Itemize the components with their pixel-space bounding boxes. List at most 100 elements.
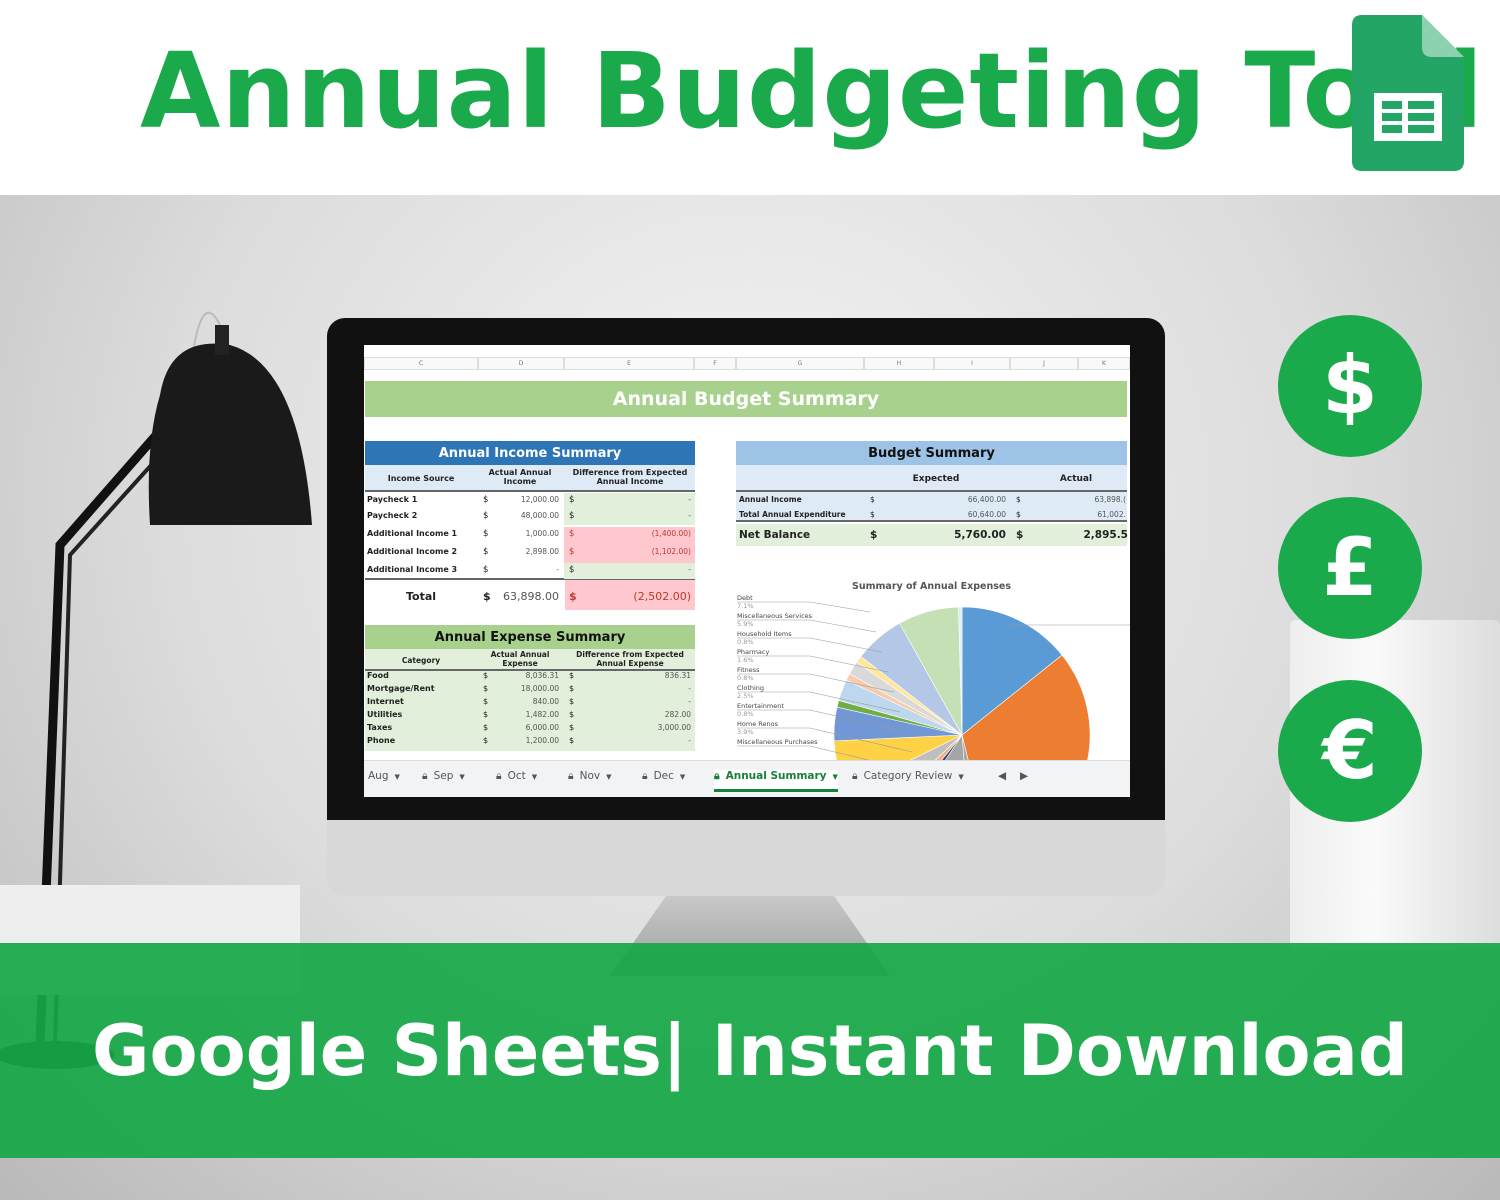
expense-category: Utilities xyxy=(367,710,403,719)
currency-symbol: $ xyxy=(1016,495,1021,504)
scroll-right-icon[interactable]: ▶ xyxy=(1020,770,1028,782)
income-row: Additional Income 2 $2,898.00 $ (1,102.00) xyxy=(365,545,695,563)
expense-actual: 8,036.31 xyxy=(525,671,559,680)
currency-symbol: $ xyxy=(483,590,491,603)
pie-percent-label: 0.8% xyxy=(737,674,754,682)
column-header[interactable]: C xyxy=(364,357,478,370)
actual-header: Actual xyxy=(1059,474,1093,484)
expense-category: Food xyxy=(367,671,389,680)
expense-category: Mortgage/Rent xyxy=(367,684,435,693)
expense-actual: 6,000.00 xyxy=(525,723,559,732)
budget-expected: 60,640.00 xyxy=(967,510,1006,519)
expense-diff: 836.31 xyxy=(664,671,691,680)
currency-symbol: $ xyxy=(483,671,489,680)
chevron-down-icon: ▼ xyxy=(459,773,465,781)
pie-label: Debt xyxy=(737,595,753,602)
budget-expected: 66,400.00 xyxy=(967,495,1006,504)
currency-symbol: $ xyxy=(569,529,575,539)
pie-percent-label: 7.1% xyxy=(737,602,754,610)
tab-nov[interactable]: 🔒︎ Nov ▼ xyxy=(568,770,611,783)
net-expected: 5,760.00 xyxy=(954,529,1006,541)
income-row: Additional Income 1 $1,000.00 $ (1,400.00) xyxy=(365,527,695,545)
tab-label: Aug xyxy=(368,770,389,782)
tab-oct[interactable]: 🔒︎ Oct ▼ xyxy=(496,770,537,783)
currency-symbol: $ xyxy=(569,511,575,521)
column-header[interactable]: J xyxy=(1010,357,1078,370)
sheet-title: Annual Budget Summary xyxy=(365,381,1127,417)
income-header-row: Income Source Actual Annual Income Diffe… xyxy=(365,465,695,492)
pie-percent-label: 5.9% xyxy=(737,620,754,628)
column-header[interactable]: D xyxy=(478,357,564,370)
expense-category: Phone xyxy=(367,736,396,745)
spreadsheet-screen: C D E F G H I J K Annual Budget Summary … xyxy=(364,345,1130,797)
column-header[interactable]: E xyxy=(564,357,694,370)
pie-percent-label: 0.8% xyxy=(737,710,754,718)
tab-sep[interactable]: 🔒︎ Sep ▼ xyxy=(422,770,465,783)
total-label: Total xyxy=(405,590,437,603)
tab-label: Annual Summary xyxy=(725,770,827,782)
pie-label: Miscellaneous Services xyxy=(737,612,813,620)
column-header[interactable]: H xyxy=(864,357,934,370)
currency-symbol: $ xyxy=(483,495,489,505)
income-row: Paycheck 2 $48,000.00 $ - xyxy=(365,509,695,525)
dollar-icon: $ xyxy=(1278,315,1422,457)
column-header[interactable]: K xyxy=(1078,357,1130,370)
income-source: Additional Income 2 xyxy=(367,547,458,556)
expense-diff: 3,000.00 xyxy=(657,723,691,732)
budget-title: Budget Summary xyxy=(736,441,1127,465)
actual-income-header: Actual Annual Income xyxy=(488,468,552,486)
expense-row: Utilities $1,482.00 $282.00 xyxy=(365,710,695,723)
currency-symbol: $ xyxy=(870,529,878,541)
chevron-down-icon: ▼ xyxy=(394,773,400,781)
sheet-tabs-bar: Aug ▼ 🔒︎ Sep ▼ 🔒︎ Oct ▼ 🔒︎ Nov ▼ 🔒︎ Dec ▼ 🔒︎ Annual Sum… xyxy=(364,760,1130,797)
income-total-row: Total $ 63,898.00 $ (2,502.00) xyxy=(365,580,695,610)
income-diff: - xyxy=(688,511,691,520)
tab-label: Category Review xyxy=(863,770,953,782)
income-actual: 48,000.00 xyxy=(520,511,559,520)
currency-symbol: $ xyxy=(483,565,489,575)
chevron-down-icon: ▼ xyxy=(958,773,964,781)
expense-title: Annual Expense Summary xyxy=(365,625,695,649)
currency-symbol: $ xyxy=(569,697,575,706)
tab-aug[interactable]: Aug ▼ xyxy=(368,770,400,782)
tab-category-review[interactable]: 🔒︎ Category Review ▼ xyxy=(852,770,964,783)
tab-dec[interactable]: 🔒︎ Dec ▼ xyxy=(642,770,685,783)
chevron-down-icon: ▼ xyxy=(606,773,612,781)
currency-symbol: $ xyxy=(483,547,489,557)
pie-label: Clothing xyxy=(737,684,764,692)
lock-icon: 🔒︎ xyxy=(852,770,858,782)
pie-percent-label: 3.9% xyxy=(737,728,754,736)
diff-income-header: Difference from Expected Annual Income xyxy=(572,468,688,486)
expense-row: Phone $1,200.00 $ - xyxy=(365,736,695,749)
budget-row: Total Annual Expenditure $60,640.00 $61,00… xyxy=(736,508,1127,523)
budget-actual: 63,898.( xyxy=(1094,495,1126,504)
currency-symbol: $ xyxy=(569,723,575,732)
currency-symbol: $ xyxy=(569,565,575,575)
income-row: Paycheck 1 $12,000.00 $ - xyxy=(365,493,695,509)
pie-percent-label: 2.5% xyxy=(737,692,754,700)
pie-label: Household Items xyxy=(737,630,792,638)
column-header[interactable]: I xyxy=(934,357,1010,370)
income-row: Additional Income 3 $ - $ - xyxy=(365,563,695,579)
chevron-down-icon: ▼ xyxy=(679,773,686,781)
tab-annual-summary[interactable]: 🔒︎ Annual Summary ▼ xyxy=(714,770,838,792)
expense-pie-chart[interactable]: Debt7.1% Miscellaneous Services5.9% Househ… xyxy=(720,595,1130,760)
tab-label: Dec xyxy=(653,770,674,782)
column-header[interactable]: F xyxy=(694,357,736,370)
income-source: Additional Income 3 xyxy=(367,565,458,574)
currency-symbol: $ xyxy=(483,511,489,521)
expense-category: Internet xyxy=(367,697,404,706)
pie-label: Fitness xyxy=(737,666,760,674)
total-diff: (2,502.00) xyxy=(633,590,691,603)
budget-label: Annual Income xyxy=(739,495,802,504)
scroll-left-icon[interactable]: ◀ xyxy=(998,770,1006,782)
chart-title: Summary of Annual Expenses xyxy=(852,581,1011,592)
currency-symbol: $ xyxy=(483,723,489,732)
expense-row: Taxes $6,000.00 $3,000.00 xyxy=(365,723,695,736)
leader-line xyxy=(737,601,871,613)
column-header[interactable]: G xyxy=(736,357,864,370)
pie-percent-label: 1.6% xyxy=(737,656,754,664)
currency-symbol: $ xyxy=(569,547,575,557)
tab-label: Oct xyxy=(507,770,526,782)
net-label: Net Balance xyxy=(739,529,811,541)
